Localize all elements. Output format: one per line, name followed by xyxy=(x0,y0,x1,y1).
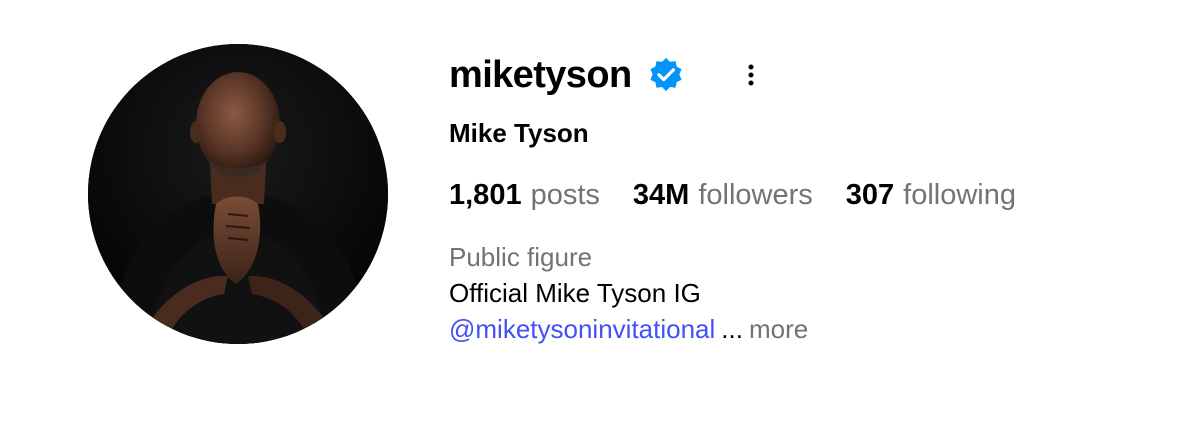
username-row: miketyson xyxy=(449,52,685,98)
stat-following[interactable]: 307 following xyxy=(846,176,1016,214)
profile-info: miketyson Mike Tyson 1,801 posts 34M fol… xyxy=(449,0,1149,434)
followers-label: followers xyxy=(698,179,813,211)
followers-count: 34M xyxy=(632,179,690,211)
avatar-photo xyxy=(88,44,388,344)
bio-text: Official Mike Tyson IG xyxy=(449,278,701,308)
bio-mention-row: @miketysoninvitational... more xyxy=(449,313,808,345)
posts-count: 1,801 xyxy=(449,179,522,211)
stat-posts: 1,801 posts xyxy=(449,176,600,214)
more-vertical-icon xyxy=(748,64,754,86)
mention-link[interactable]: @miketysoninvitational xyxy=(449,314,715,344)
verified-badge-icon xyxy=(647,56,685,94)
profile-header: miketyson Mike Tyson 1,801 posts 34M fol… xyxy=(0,0,1204,434)
stat-followers[interactable]: 34M followers xyxy=(633,176,813,214)
posts-label: posts xyxy=(530,179,600,211)
profile-stats: 1,801 posts 34M followers 307 following xyxy=(449,176,1016,214)
profile-avatar[interactable] xyxy=(88,44,388,344)
username: miketyson xyxy=(449,54,632,96)
full-name: Mike Tyson xyxy=(449,118,589,148)
following-label: following xyxy=(903,179,1016,211)
more-options-button[interactable] xyxy=(739,62,763,88)
profile-category: Public figure xyxy=(449,242,593,272)
bio-ellipsis: ... xyxy=(721,314,743,344)
following-count: 307 xyxy=(845,179,895,211)
more-button[interactable]: more xyxy=(749,314,808,344)
